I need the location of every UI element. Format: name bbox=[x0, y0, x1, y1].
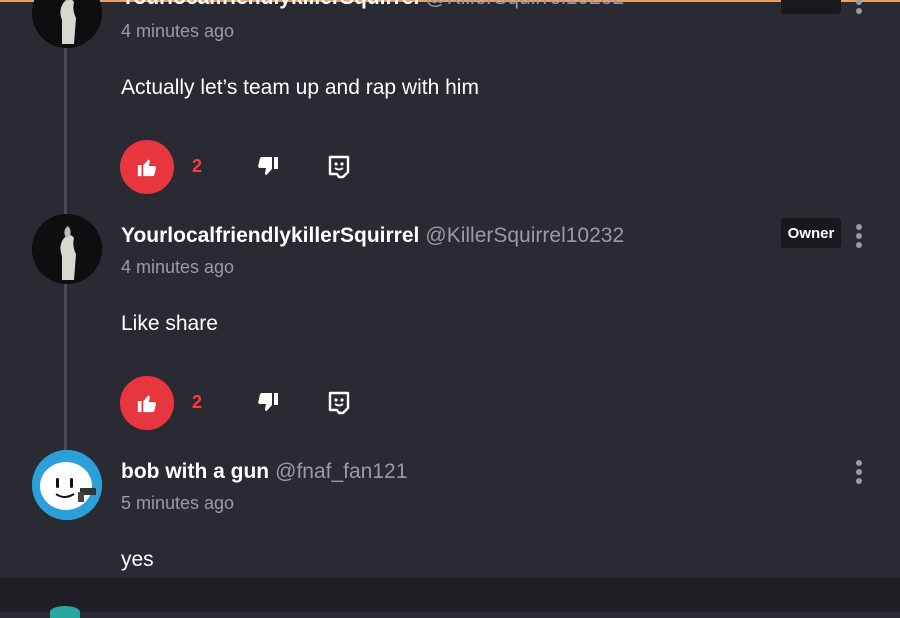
more-options-button[interactable] bbox=[854, 0, 864, 18]
comment-text: Actually let’s team up and rap with him bbox=[121, 76, 479, 99]
comment-actions: 2 bbox=[120, 376, 380, 430]
avatar[interactable] bbox=[32, 214, 102, 284]
username[interactable]: bob with a gun bbox=[121, 460, 269, 483]
menu-dot bbox=[856, 0, 862, 5]
thumbs-down-icon bbox=[258, 157, 278, 175]
comment-text: yes bbox=[121, 548, 154, 571]
comment-actions: 2 bbox=[120, 140, 380, 194]
more-vertical-icon bbox=[856, 224, 862, 230]
menu-dot bbox=[856, 242, 862, 248]
reply-button[interactable] bbox=[326, 390, 352, 416]
timestamp: 4 minutes ago bbox=[121, 21, 235, 41]
thumbs-up-icon bbox=[137, 395, 157, 413]
user-handle[interactable]: @KillerSquirrel10232 bbox=[425, 0, 624, 9]
dislike-button[interactable] bbox=[256, 155, 280, 179]
user-handle[interactable]: @fnaf_fan121 bbox=[275, 460, 407, 483]
comment: bob with a gun @fnaf_fan121 5 minutes ago… bbox=[0, 450, 900, 578]
menu-dot bbox=[856, 8, 862, 14]
owner-badge: Owner bbox=[781, 218, 841, 248]
more-options-button[interactable] bbox=[854, 222, 864, 252]
squirrel-avatar-icon bbox=[32, 214, 102, 284]
menu-dot bbox=[856, 478, 862, 484]
comment-text: Like share bbox=[121, 312, 218, 335]
like-button[interactable] bbox=[120, 140, 174, 194]
reply-bubble-icon bbox=[328, 155, 350, 179]
menu-dot bbox=[856, 233, 862, 239]
comment: YourlocalfriendlykillerSquirrel @KillerSq… bbox=[0, 214, 900, 436]
username[interactable]: YourlocalfriendlykillerSquirrel bbox=[121, 0, 419, 9]
comment: YourlocalfriendlykillerSquirrel @KillerSq… bbox=[0, 0, 900, 200]
more-options-button[interactable] bbox=[854, 458, 864, 488]
user-handle[interactable]: @KillerSquirrel10232 bbox=[425, 224, 624, 247]
like-button[interactable] bbox=[120, 376, 174, 430]
more-vertical-icon bbox=[856, 460, 862, 466]
comment-input-bar bbox=[0, 578, 900, 612]
timestamp: 4 minutes ago bbox=[121, 257, 235, 277]
username[interactable]: YourlocalfriendlykillerSquirrel bbox=[121, 224, 419, 247]
bob-avatar-icon bbox=[32, 450, 102, 520]
like-count: 2 bbox=[192, 392, 203, 412]
comment-header: bob with a gun @fnaf_fan121 bbox=[121, 460, 407, 484]
menu-dot bbox=[856, 469, 862, 475]
avatar[interactable] bbox=[32, 450, 102, 520]
squirrel-avatar-icon bbox=[32, 0, 102, 48]
thumbs-down-icon bbox=[258, 393, 278, 411]
timestamp: 5 minutes ago bbox=[121, 493, 235, 513]
comment-header: YourlocalfriendlykillerSquirrel @KillerSq… bbox=[121, 224, 624, 248]
dislike-button[interactable] bbox=[256, 391, 280, 415]
like-count: 2 bbox=[192, 156, 203, 176]
comment-header: YourlocalfriendlykillerSquirrel @KillerSq… bbox=[121, 0, 624, 10]
reply-bubble-icon bbox=[328, 391, 350, 415]
thumbs-up-icon bbox=[137, 159, 157, 177]
reply-button[interactable] bbox=[326, 154, 352, 180]
current-user-avatar[interactable] bbox=[50, 606, 80, 618]
avatar[interactable] bbox=[32, 0, 102, 48]
